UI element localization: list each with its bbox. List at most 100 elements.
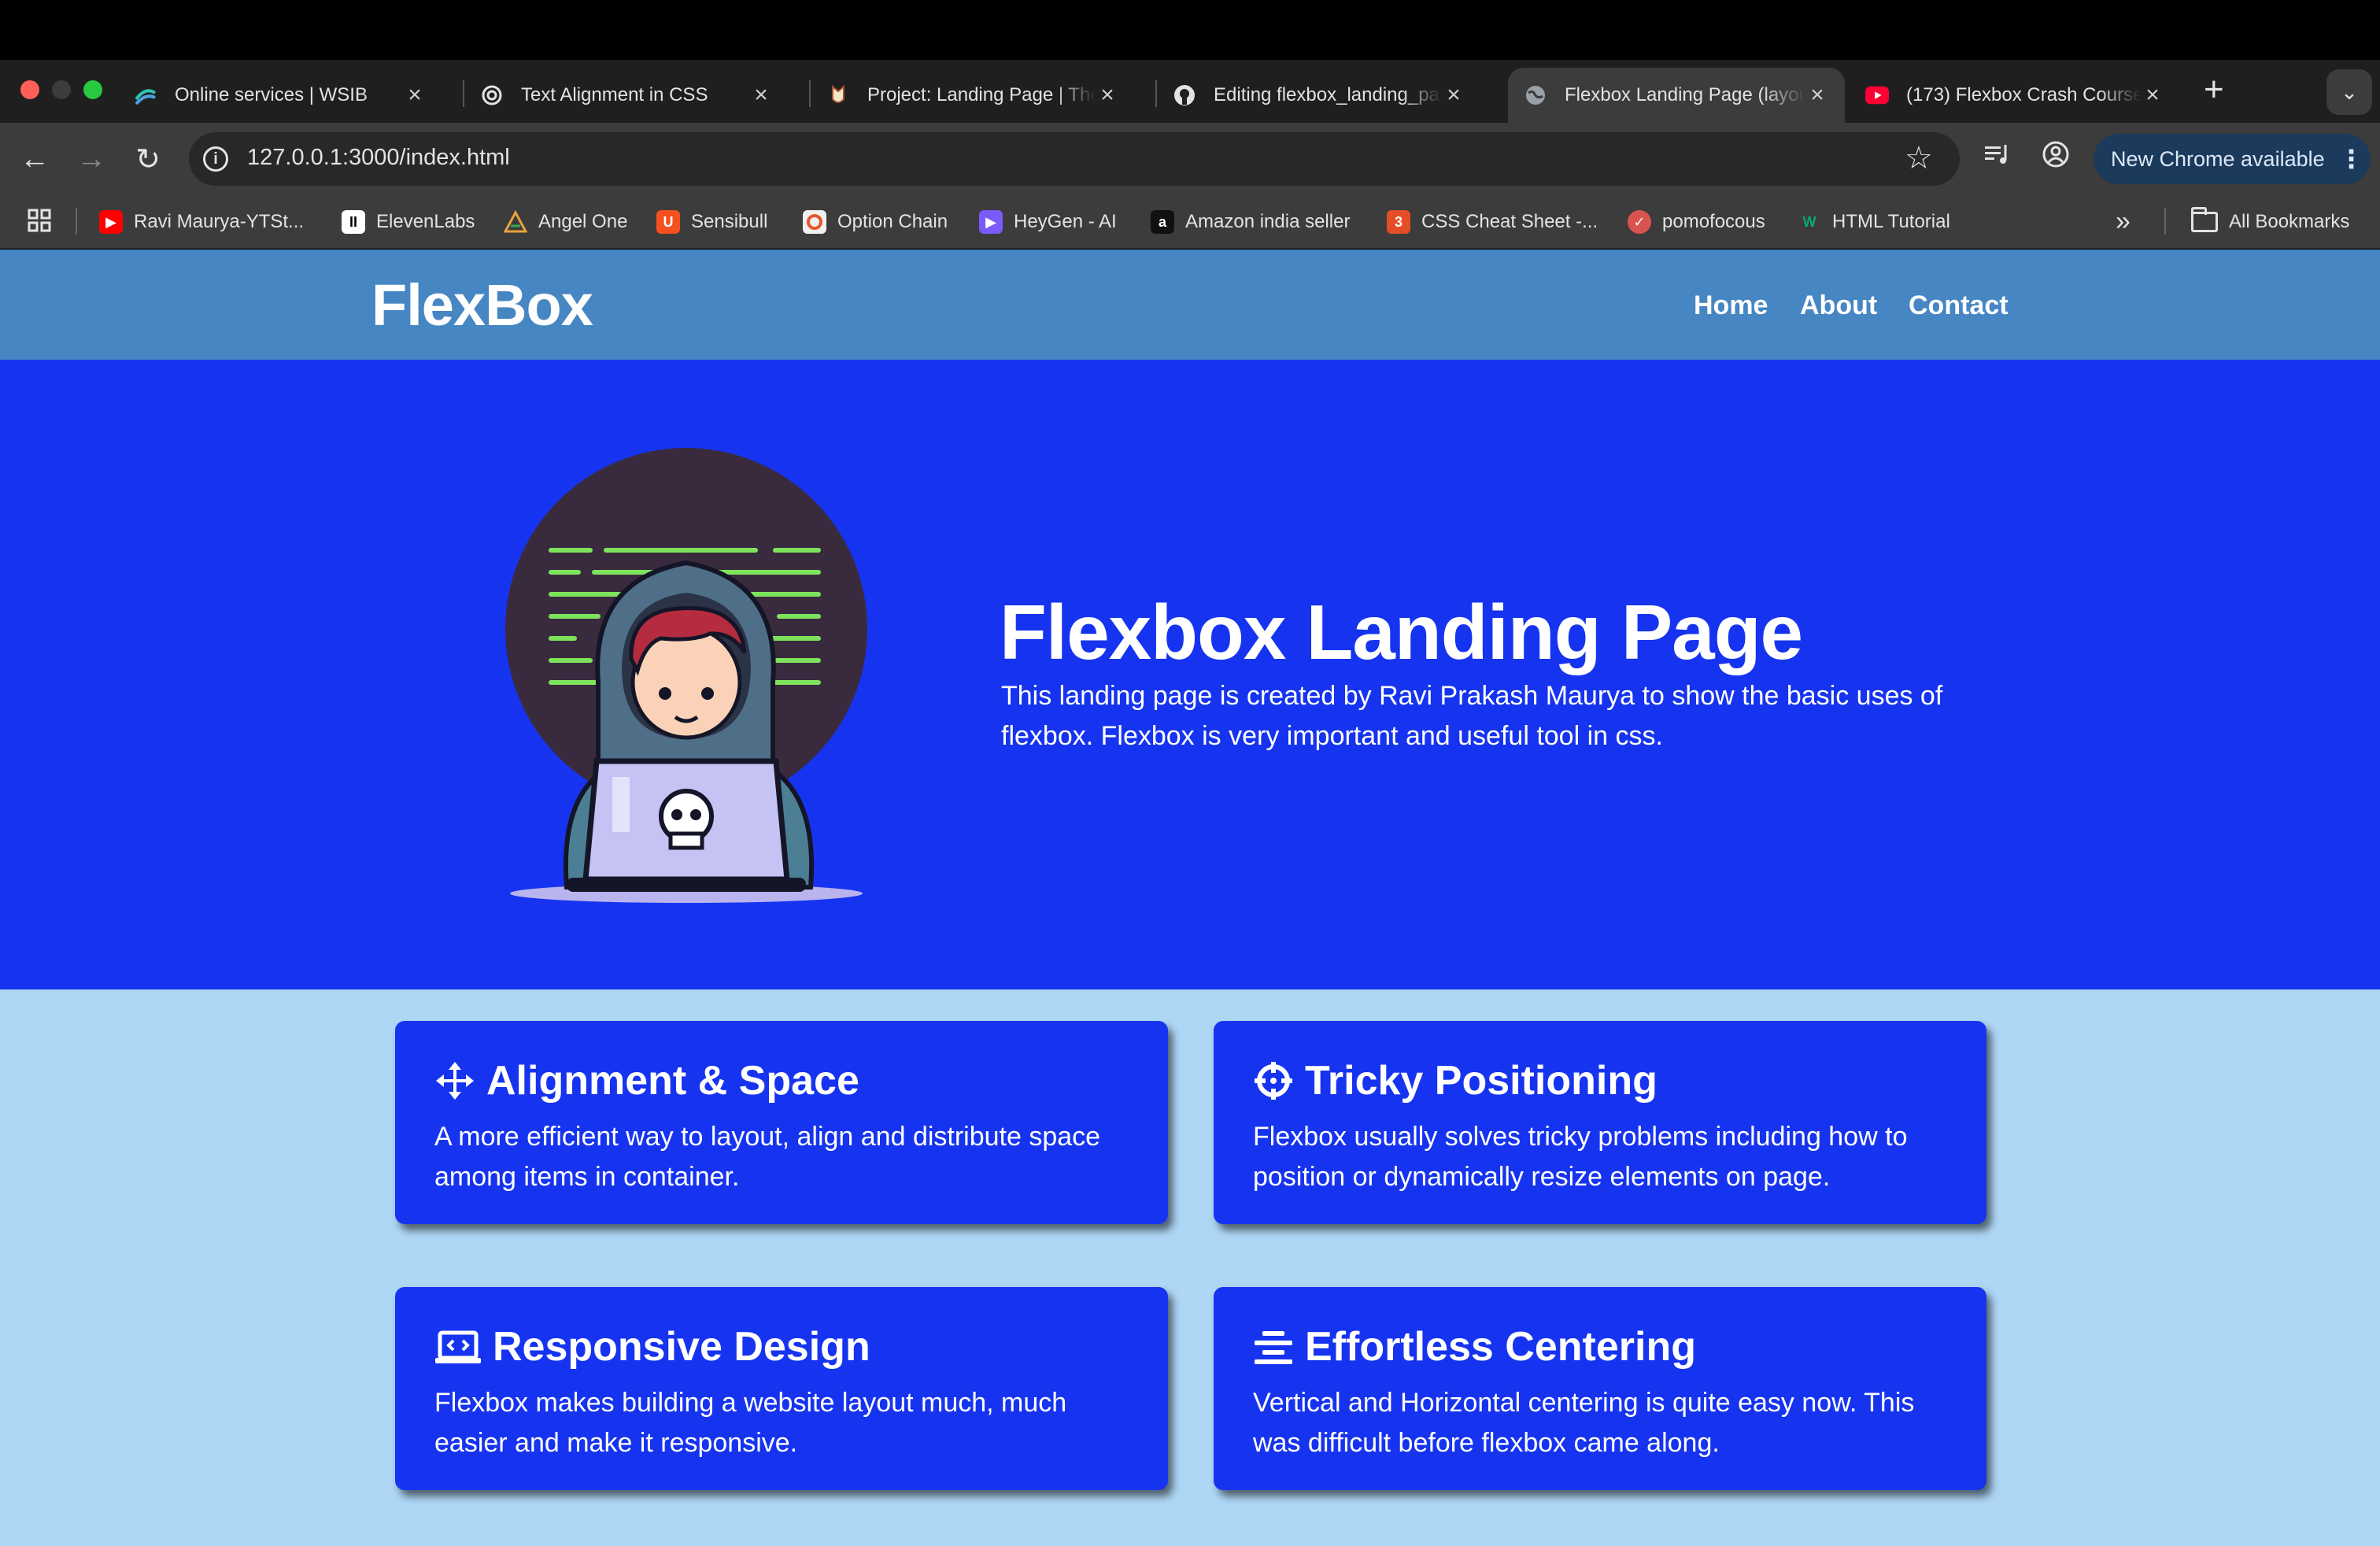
media-controls-icon[interactable] [1983, 140, 2012, 176]
reload-button[interactable]: ↻ [128, 139, 168, 179]
css-icon: 3 [1387, 210, 1410, 234]
bookmark-label: HeyGen - AI [1014, 211, 1117, 232]
feature-card-responsive: Responsive Design Flexbox makes building… [395, 1287, 1168, 1490]
hero-section: Flexbox Landing Page This landing page i… [0, 360, 2380, 989]
tab-youtube[interactable]: (173) Flexbox Crash Course × [1834, 68, 2180, 123]
tab-odin-project[interactable]: Project: Landing Page | The Odin Project… [795, 68, 1135, 123]
site-info-icon[interactable]: i [203, 146, 228, 172]
bookmark-option-chain[interactable]: Option Chain [803, 208, 948, 236]
tab-label: Text Alignment in CSS [521, 84, 708, 105]
youtube-favicon [1865, 83, 1889, 107]
odin-favicon [826, 83, 850, 107]
tab-label: (173) Flexbox Crash Course [1906, 84, 2141, 105]
profile-icon[interactable] [2042, 140, 2070, 176]
bookmark-elevenlabs[interactable]: II ElevenLabs [342, 208, 475, 236]
tab-close-icon[interactable]: × [1805, 82, 1829, 109]
tab-close-icon[interactable]: × [1096, 82, 1119, 109]
w3schools-icon: W [1802, 213, 1816, 230]
github-favicon [1173, 83, 1196, 107]
bookmark-star-icon[interactable]: ☆ [1905, 140, 1933, 176]
tab-text-alignment[interactable]: Text Alignment in CSS × [449, 68, 789, 123]
hero-description: This landing page is created by Ravi Pra… [1001, 681, 1943, 751]
nav-link-contact[interactable]: Contact [1909, 290, 2009, 321]
site-logo[interactable]: FlexBox [371, 272, 593, 338]
back-button[interactable]: ← [14, 139, 55, 179]
all-bookmarks-button[interactable]: All Bookmarks [2191, 207, 2350, 236]
bookmarks-divider [76, 208, 77, 235]
new-tab-button[interactable]: + [2204, 71, 2224, 109]
angel-one-icon [504, 210, 527, 234]
bookmark-label: Ravi Maurya-YTSt... [134, 211, 305, 232]
move-arrows-icon [436, 1062, 474, 1100]
youtube-icon: ▶ [99, 210, 123, 234]
hero-title: Flexbox Landing Page [1000, 589, 1803, 675]
tab-close-icon[interactable]: × [403, 82, 427, 109]
tab-label: Project: Landing Page | The Odin Project [867, 84, 1096, 105]
bookmark-label: CSS Cheat Sheet -... [1421, 211, 1598, 232]
tab-label: Editing flexbox_landing_page [1214, 84, 1442, 105]
feature-card-alignment: Alignment & Space A more efficient way t… [395, 1021, 1168, 1224]
tab-wsib[interactable]: Online services | WSIB × [102, 68, 442, 123]
update-label: New Chrome available [2111, 146, 2325, 171]
align-center-icon [1255, 1331, 1292, 1364]
amazon-icon: a [1151, 210, 1174, 234]
feature-card-positioning: Tricky Positioning Flexbox usually solve… [1214, 1021, 1986, 1224]
feature-text: Vertical and Horizontal centering is qui… [1253, 1388, 1915, 1458]
hacker-illustration [505, 448, 867, 903]
arrow-left-icon: ← [20, 142, 50, 176]
forward-button[interactable]: → [71, 139, 112, 179]
bookmark-label: ElevenLabs [376, 211, 475, 232]
feature-title: Responsive Design [493, 1324, 870, 1370]
wsib-favicon [134, 83, 157, 107]
tab-search-button[interactable]: ⌄ [2326, 69, 2372, 115]
tab-close-icon[interactable]: × [749, 82, 773, 109]
more-menu-icon: ⋮ [2338, 145, 2364, 173]
pomofocus-icon: ✓ [1628, 210, 1651, 234]
tab-flexbox-landing-active[interactable]: Flexbox Landing Page (layout) × [1508, 68, 1845, 123]
zoom-window-button[interactable] [83, 80, 102, 99]
feature-title: Effortless Centering [1305, 1324, 1696, 1370]
page-viewport: FlexBox Home About Contact Flexbox Landi… [0, 250, 2380, 1546]
laptop-code-icon [435, 1330, 481, 1363]
close-window-button[interactable] [20, 80, 39, 99]
more-bookmarks-button[interactable]: » [2116, 206, 2131, 237]
feature-card-centering: Effortless Centering Vertical and Horizo… [1214, 1287, 1986, 1490]
tab-label: Online services | WSIB [175, 84, 368, 105]
bookmark-angel-one[interactable]: Angel One [504, 208, 627, 236]
nav-link-home[interactable]: Home [1694, 290, 1768, 321]
tab-close-icon[interactable]: × [1442, 82, 1465, 109]
bookmark-label: Option Chain [837, 211, 948, 232]
feature-title: Tricky Positioning [1305, 1058, 1658, 1104]
bookmark-html-tutorial[interactable]: W HTML Tutorial [1798, 208, 1950, 236]
tab-close-icon[interactable]: × [2141, 82, 2164, 109]
chevron-down-icon: ⌄ [2341, 80, 2358, 104]
all-bookmarks-label: All Bookmarks [2229, 211, 2350, 232]
site-header: FlexBox Home About Contact [0, 250, 2380, 360]
minimize-window-button[interactable] [52, 80, 71, 99]
folder-icon [2191, 207, 2218, 232]
bookmark-amazon[interactable]: a Amazon india seller [1151, 208, 1350, 236]
nav-link-about[interactable]: About [1800, 290, 1877, 321]
bookmark-heygen[interactable]: ▶ HeyGen - AI [979, 208, 1117, 236]
new-chrome-available-button[interactable]: New Chrome available ⋮ [2094, 134, 2371, 184]
bookmark-sensibull[interactable]: U Sensibull [656, 208, 767, 236]
sensibull-icon: U [656, 210, 680, 234]
bookmark-label: HTML Tutorial [1832, 211, 1950, 232]
tab-github[interactable]: Editing flexbox_landing_page × [1141, 68, 1481, 123]
apps-grid-icon[interactable] [27, 208, 55, 236]
globe-favicon [1524, 83, 1547, 107]
option-chain-icon [803, 210, 826, 234]
tab-label: Flexbox Landing Page (layout) [1565, 84, 1805, 105]
bookmark-label: Sensibull [691, 211, 768, 232]
bookmark-label: Angel One [538, 211, 628, 232]
feature-text: Flexbox makes building a website layout … [434, 1388, 1067, 1458]
bookmark-ravi-maurya[interactable]: ▶ Ravi Maurya-YTSt... [99, 208, 304, 236]
feature-text: Flexbox usually solves tricky problems i… [1253, 1122, 1908, 1192]
address-url[interactable]: 127.0.0.1:3000/index.html [247, 145, 510, 171]
arrow-right-icon: → [76, 142, 106, 176]
bookmark-pomofocous[interactable]: ✓ pomofocous [1628, 208, 1765, 236]
heygen-icon: ▶ [979, 210, 1003, 234]
openai-favicon [480, 83, 504, 107]
bookmark-css-cheat-sheet[interactable]: 3 CSS Cheat Sheet -... [1387, 208, 1598, 236]
bookmark-label: Amazon india seller [1185, 211, 1351, 232]
